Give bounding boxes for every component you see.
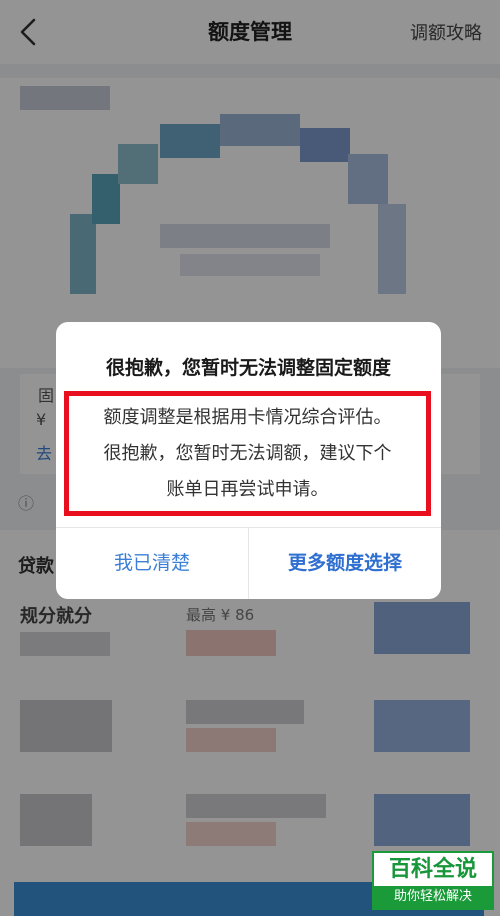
understood-button[interactable]: 我已清楚 (56, 528, 248, 599)
dialog-title: 很抱歉，您暂时无法调整固定额度 (105, 357, 391, 379)
adjust-limit-dialog: 很抱歉，您暂时无法调整固定额度 额度调整是根据用卡情况综合评估。 很抱歉，您暂时… (56, 322, 441, 599)
watermark-title: 百科全说 (388, 857, 477, 882)
dialog-message-line: 额度调整是根据用卡情况综合评估。 (103, 407, 392, 428)
dialog-message-line: 很抱歉，您暂时无法调额，建议下个 (103, 443, 392, 464)
dialog-message-highlighted: 额度调整是根据用卡情况综合评估。 很抱歉，您暂时无法调额，建议下个 账单日再尝试… (64, 391, 431, 516)
watermark-slogan: 助你轻松解决 (374, 886, 492, 908)
more-limit-options-button[interactable]: 更多额度选择 (249, 528, 441, 599)
dialog-message-line: 账单日再尝试申请。 (166, 479, 329, 500)
baike-watermark-logo: 百科全说 助你轻松解决 (372, 851, 494, 910)
